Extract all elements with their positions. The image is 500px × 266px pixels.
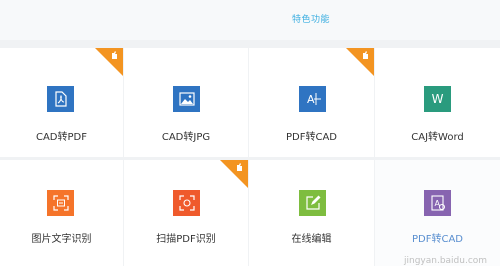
text-recognition-icon [47,190,74,216]
scan-icon [173,190,200,216]
word-icon: W [424,86,451,112]
feature-tile-online-edit[interactable]: 在线编辑 [249,160,374,266]
feature-label: CAJ转Word [411,132,464,143]
feature-tile-cad-to-pdf[interactable]: CAD转PDF [0,48,123,157]
feature-label: PDF转CAD [285,132,337,143]
feature-grid: CAD转PDF CAD转JPG A PDF转CAD W CAJ转Word 图片文… [0,40,500,266]
feature-tile-cad-to-jpg[interactable]: CAD转JPG [124,48,248,157]
feature-tile-image-ocr[interactable]: 图片文字识别 [0,160,123,266]
feature-tile-pdf-to-cad-2[interactable]: A PDF转CAD [375,160,500,266]
hot-badge-icon [346,48,374,76]
feature-tile-caj-to-word[interactable]: W CAJ转Word [375,48,500,157]
section-title: 特色功能 [291,15,330,25]
feature-label: 在线编辑 [291,234,332,245]
feature-tile-scan-pdf-ocr[interactable]: 扫描PDF识别 [124,160,248,266]
image-icon [173,86,200,112]
text-document-icon: A [424,190,451,216]
pdf-document-icon [47,86,74,112]
feature-label: PDF转CAD [411,234,463,245]
feature-label: 扫描PDF识别 [156,234,216,245]
feature-label: 图片文字识别 [31,234,92,245]
cad-drawing-icon: A [299,86,326,112]
feature-tile-pdf-to-cad[interactable]: A PDF转CAD [249,48,374,157]
hot-badge-icon [220,160,248,188]
hot-badge-icon [95,48,123,76]
feature-label: CAD转PDF [35,132,87,143]
watermark-text: jingyan.baidu.com [404,256,488,266]
feature-label: CAD转JPG [161,132,211,143]
edit-icon [299,190,326,216]
svg-text:A: A [307,93,315,106]
